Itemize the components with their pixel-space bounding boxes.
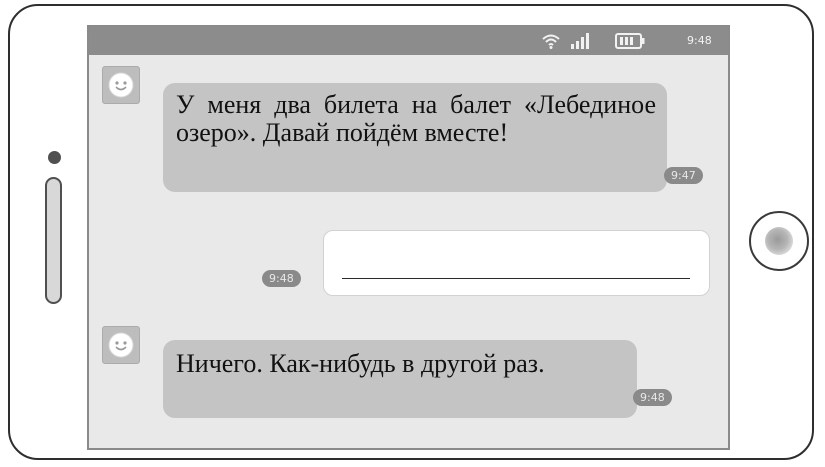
speaker-slot xyxy=(45,177,62,304)
camera-dot xyxy=(48,151,61,164)
message-text: Ничего. Как-нибудь в другой раз. xyxy=(176,349,545,378)
contact-avatar xyxy=(102,66,140,104)
reply-bubble-outgoing[interactable] xyxy=(323,230,710,296)
wifi-icon xyxy=(542,34,560,49)
home-button[interactable] xyxy=(749,211,809,271)
answer-blank-line xyxy=(342,278,690,279)
message-time-badge: 9:48 xyxy=(262,270,301,287)
smiley-icon xyxy=(108,332,134,358)
contact-avatar xyxy=(102,326,140,364)
message-bubble-incoming: Ничего. Как-нибудь в другой раз. xyxy=(163,340,637,418)
message-time-badge: 9:48 xyxy=(633,389,672,406)
message-bubble-incoming: У меня два билета на балет «Лебединое оз… xyxy=(163,83,667,192)
message-text: У меня два билета на балет «Лебединое оз… xyxy=(176,90,656,147)
smiley-icon xyxy=(108,72,134,98)
signal-icon xyxy=(571,33,589,49)
chat-screen: 9:48 У меня два билета на балет «Лебедин… xyxy=(87,25,730,450)
battery-icon xyxy=(615,33,645,49)
message-time-badge: 9:47 xyxy=(664,167,703,184)
status-time: 9:48 xyxy=(687,34,712,47)
status-bar: 9:48 xyxy=(89,27,728,55)
